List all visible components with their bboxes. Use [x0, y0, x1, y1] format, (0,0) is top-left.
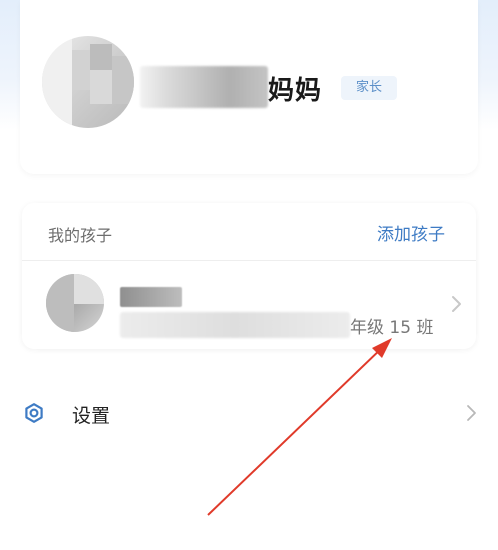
username-redacted	[140, 66, 268, 108]
child-avatar	[46, 274, 104, 332]
divider	[22, 260, 476, 261]
role-badge: 家长	[341, 76, 397, 100]
child-class-label: 年级 15 班	[350, 318, 434, 338]
gear-icon	[25, 403, 43, 423]
child-name-redacted	[120, 287, 182, 307]
avatar[interactable]	[42, 36, 134, 128]
chevron-right-icon	[452, 296, 461, 312]
username-suffix: 妈妈	[268, 76, 323, 106]
add-child-button[interactable]: 添加孩子	[377, 220, 445, 245]
chevron-right-icon	[467, 405, 476, 421]
child-school-redacted	[120, 312, 350, 338]
children-section-title: 我的孩子	[48, 226, 113, 245]
settings-label: 设置	[72, 405, 111, 427]
